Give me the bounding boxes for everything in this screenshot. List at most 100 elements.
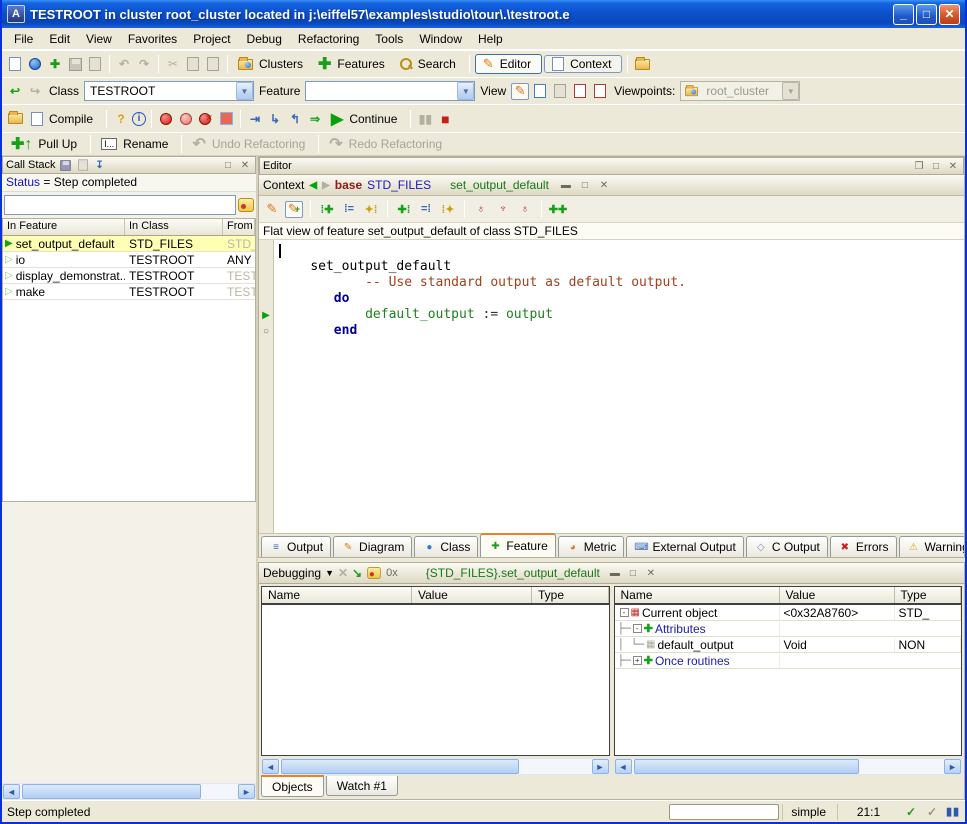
menu-item-edit[interactable]: Edit [41, 30, 78, 48]
new-class-icon[interactable]: ✚ [46, 56, 64, 73]
remove-breakpoints-icon[interactable]: ✕ [197, 110, 215, 127]
delete-watch-icon[interactable]: ✕ [338, 566, 348, 580]
call-stack-row[interactable]: ▶set_output_defaultSTD_FILESSTD_ [3, 236, 255, 252]
callstack-import-icon[interactable]: ↧ [93, 159, 107, 172]
gutter-line[interactable] [259, 243, 273, 259]
createes-icon[interactable]: ⁞✦ [439, 201, 457, 218]
gutter-line[interactable] [259, 291, 273, 307]
project-settings-icon[interactable] [6, 110, 24, 127]
object-tree-row[interactable]: ├─-✚Attributes [615, 621, 962, 637]
compile-button[interactable]: Compile [26, 110, 101, 128]
tab-diagram[interactable]: ✎Diagram [333, 536, 412, 557]
tab-watch--1[interactable]: Watch #1 [326, 776, 398, 796]
redo-icon[interactable]: ↷ [135, 56, 153, 73]
context-tool-button[interactable]: Context [544, 55, 622, 73]
back-icon[interactable]: ↩ [6, 83, 24, 100]
callstack-copy-icon[interactable] [76, 159, 90, 172]
step-into-icon[interactable]: ↳ [266, 110, 284, 127]
editor-close-icon[interactable]: ✕ [946, 160, 960, 173]
context-close-icon[interactable]: ✕ [597, 179, 611, 192]
column-header[interactable]: In Feature [3, 219, 125, 235]
collapse-icon[interactable]: - [620, 608, 629, 617]
code-line[interactable]: end [279, 323, 959, 339]
code-line[interactable]: set_output_default [279, 259, 959, 275]
callees-icon[interactable]: ✚⁞ [395, 201, 413, 218]
view-flat-icon[interactable] [551, 83, 569, 100]
menu-item-help[interactable]: Help [470, 30, 511, 48]
callers-icon[interactable]: ⁞✚ [318, 201, 336, 218]
column-header[interactable]: Value [780, 587, 895, 603]
callstack-hscrollbar[interactable]: ◄ ► [2, 783, 256, 800]
ancestors-icon[interactable]: ♁ [472, 201, 490, 218]
enable-breakpoints-icon[interactable] [157, 110, 175, 127]
menu-item-favorites[interactable]: Favorites [120, 30, 185, 48]
edit-feature-new-icon[interactable]: ✎+ [285, 201, 303, 218]
expand-icon[interactable]: + [633, 656, 642, 665]
code-body[interactable]: set_output_default -- Use standard outpu… [274, 240, 964, 533]
breadcrumb-class[interactable]: STD_FILES [367, 178, 431, 192]
continue-button[interactable]: ▶ Continue [326, 107, 405, 131]
new-document-icon[interactable] [6, 56, 24, 73]
call-stack-row[interactable]: ▷makeTESTROOTTEST [3, 284, 255, 300]
hex-speech-icon[interactable] [367, 567, 381, 579]
edit-feature-icon[interactable]: ✎ [263, 201, 281, 218]
forward-icon[interactable]: ↪ [26, 83, 44, 100]
clusters-button[interactable]: Clusters [233, 55, 311, 73]
close-icon[interactable]: ✕ [939, 4, 960, 25]
pause-icon[interactable]: ▮▮ [416, 110, 434, 127]
undo-icon[interactable]: ↶ [115, 56, 133, 73]
minimize-icon[interactable]: _ [893, 4, 914, 25]
menu-item-refactoring[interactable]: Refactoring [290, 30, 367, 48]
class-combo-arrow-icon[interactable]: ▼ [236, 82, 253, 100]
code-line[interactable]: do [279, 291, 959, 307]
stop-icon[interactable]: ■ [436, 110, 454, 127]
scroll-right-icon[interactable]: ► [238, 784, 255, 799]
code-line[interactable] [279, 243, 959, 259]
scroll-left-icon[interactable]: ◄ [262, 759, 279, 774]
column-header[interactable]: Type [895, 587, 962, 603]
code-area[interactable]: ▶○ set_output_default -- Use standard ou… [259, 240, 964, 533]
open-icon[interactable] [26, 56, 44, 73]
callstack-maximize-icon[interactable]: □ [221, 159, 235, 172]
column-header[interactable]: Name [615, 587, 780, 603]
callstack-save-icon[interactable] [59, 159, 73, 172]
tab-c-output[interactable]: ◇C Output [746, 536, 828, 557]
rename-button[interactable]: I... Rename [96, 135, 176, 153]
execution-arrow-icon[interactable]: ▶ [259, 307, 273, 323]
code-line[interactable]: default_output := output [279, 307, 959, 323]
exception-speech-icon[interactable] [238, 198, 254, 212]
cut-icon[interactable]: ✂ [164, 56, 182, 73]
column-header[interactable]: In Class [125, 219, 223, 235]
gutter-line[interactable] [259, 259, 273, 275]
editor-tool-button[interactable]: ✎ Editor [475, 54, 542, 74]
tab-warnings[interactable]: ⚠Warnings [899, 536, 965, 557]
search-button[interactable]: Search [395, 55, 464, 73]
menu-item-file[interactable]: File [6, 30, 41, 48]
scroll-left-icon[interactable]: ◄ [615, 759, 632, 774]
editor-restore-icon[interactable]: ❐ [912, 160, 926, 173]
object-tools-icon[interactable]: ↘ [352, 566, 362, 580]
editor-maximize-icon[interactable]: □ [929, 160, 943, 173]
gutter-line[interactable] [259, 275, 273, 291]
scroll-right-icon[interactable]: ► [944, 759, 961, 774]
callstack-filter-input[interactable] [4, 195, 236, 215]
menu-item-project[interactable]: Project [185, 30, 238, 48]
tab-errors[interactable]: ✖Errors [830, 536, 897, 557]
view-clickable-icon[interactable] [531, 83, 549, 100]
code-line[interactable]: -- Use standard output as default output… [279, 275, 959, 291]
pull-up-button[interactable]: ✚↑ Pull Up [6, 132, 85, 156]
feature-combobox[interactable]: ▼ [305, 81, 475, 101]
homonyms-icon[interactable]: ♁ [516, 201, 534, 218]
view-editor-icon[interactable]: ✎ [511, 83, 529, 100]
save-icon[interactable] [66, 56, 84, 73]
menu-item-debug[interactable]: Debug [239, 30, 290, 48]
class-combobox[interactable]: TESTROOT ▼ [84, 81, 254, 101]
watch-hscrollbar[interactable]: ◄ ► [261, 758, 610, 775]
menu-item-tools[interactable]: Tools [367, 30, 411, 48]
run-to-cursor-icon[interactable]: ⇒ [306, 110, 324, 127]
object-tree-row[interactable]: -▦Current object<0x32A8760>STD_ [615, 605, 962, 621]
menu-item-window[interactable]: Window [411, 30, 470, 48]
disable-breakpoints-icon[interactable] [177, 110, 195, 127]
object-tree-row[interactable]: ├─+✚Once routines [615, 653, 962, 669]
objects-table[interactable]: NameValueType -▦Current object<0x32A8760… [614, 586, 963, 756]
